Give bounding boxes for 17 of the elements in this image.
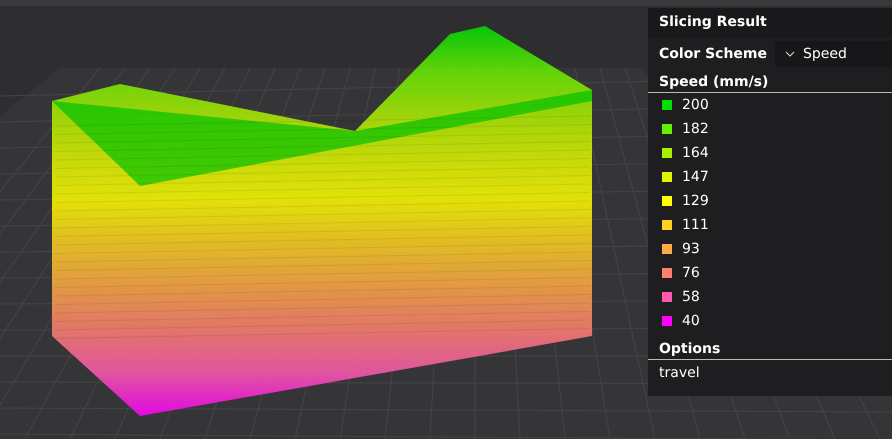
color-scheme-label: Color Scheme: [659, 46, 768, 62]
speed-value: 164: [682, 145, 709, 161]
speed-value: 40: [682, 313, 700, 329]
speed-value: 129: [682, 193, 709, 209]
speed-value: 111: [682, 217, 709, 233]
panel-title: Slicing Result: [648, 8, 892, 38]
speed-value: 182: [682, 121, 709, 137]
option-item[interactable]: travel: [648, 360, 892, 386]
speed-value: 93: [682, 241, 700, 257]
speed-value: 200: [682, 97, 709, 113]
legend-title: Speed (mm/s): [648, 70, 892, 93]
speed-value: 147: [682, 169, 709, 185]
options-title: Options: [648, 337, 892, 360]
speed-value: 58: [682, 289, 700, 305]
speed-value: 76: [682, 265, 700, 281]
color-scheme-dropdown[interactable]: Speed: [775, 41, 892, 67]
chevron-down-icon: [785, 51, 796, 57]
